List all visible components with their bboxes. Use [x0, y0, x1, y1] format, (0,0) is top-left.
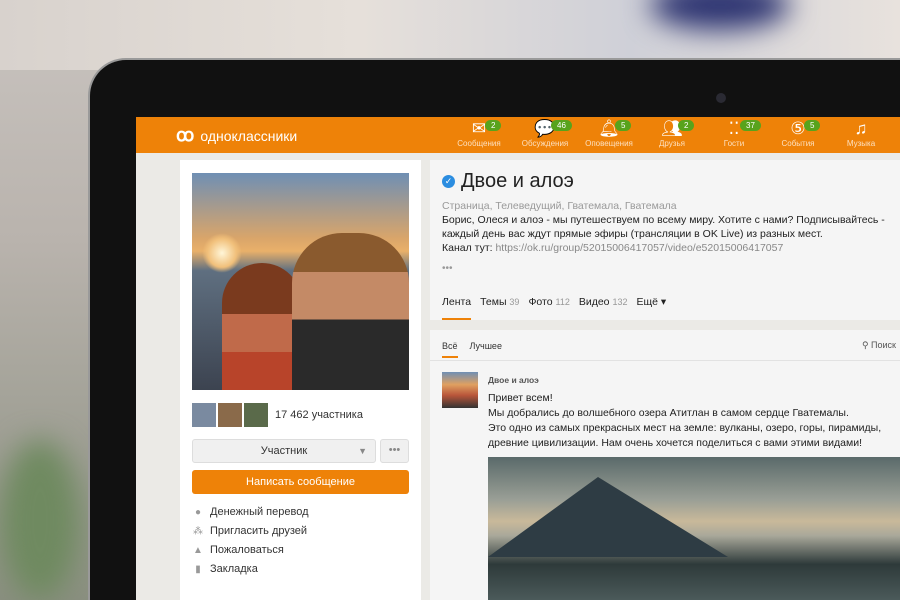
logo-text: одноклассники [200, 127, 298, 144]
action-label: Закладка [210, 563, 258, 575]
post-image[interactable] [488, 457, 900, 600]
author-avatar[interactable] [442, 372, 478, 408]
nav-events[interactable]: ⑤ 5 События [770, 117, 826, 148]
chevron-down-icon: ▼ [358, 446, 367, 456]
channel-label: Канал тут: [442, 242, 493, 254]
filter-all[interactable]: Всё [442, 341, 458, 358]
post-text: Привет всем! Мы добрались до волшебного … [488, 391, 893, 451]
ok-logo[interactable]: ꝏ одноклассники [176, 125, 297, 146]
badge: 2 [485, 120, 502, 131]
tab-feed[interactable]: Лента [442, 296, 472, 320]
events-icon: ⑤ [790, 119, 806, 138]
channel-link[interactable]: https://ok.ru/group/52015006417057/video… [495, 242, 783, 254]
feed: Всё Лучшее ⚲ Поиск Двое и алоэ Привет все… [430, 330, 900, 600]
badge: 5 [804, 120, 821, 131]
post-line: древние цивилизации. Нам очень хочется п… [488, 437, 862, 449]
badge: 2 [678, 120, 695, 131]
tab-count: 132 [612, 297, 628, 307]
tab-photos[interactable]: Фото 112 [528, 296, 569, 320]
nav-discussions[interactable]: 💬 46 Обсуждения [517, 117, 573, 148]
tab-more[interactable]: Ещё ▾ [636, 296, 666, 320]
nav-label: События [781, 139, 815, 148]
more-button[interactable]: ••• [380, 439, 409, 463]
nav-label: Сообщения [457, 139, 501, 148]
member-status-select[interactable]: Участник ▼ [192, 439, 376, 463]
member-avatars[interactable] [192, 403, 268, 427]
action-report[interactable]: ▲ Пожаловаться [192, 544, 284, 556]
screen: ꝏ одноклассники ✉ 2 Сообщения 💬 46 Обсуждения… [136, 117, 900, 600]
badge: 5 [615, 120, 632, 131]
top-bar: ꝏ одноклассники ✉ 2 Сообщения 💬 46 Обсуждения… [136, 117, 900, 153]
warning-icon: ▲ [193, 544, 203, 556]
members-count[interactable]: 17 462 участника [275, 409, 363, 421]
nav-guests[interactable]: ⁚⁚ 37 Гости [706, 117, 762, 148]
divider [430, 360, 900, 361]
group-categories: Страница, Телеведущий, Гватемала, Гватем… [442, 200, 677, 212]
nav-messages[interactable]: ✉ 2 Сообщения [451, 117, 507, 148]
nav-friends[interactable]: 👥︎ 2 Друзья [644, 117, 700, 148]
tab-label: Лента [442, 296, 472, 308]
verified-icon: ✓ [442, 175, 455, 188]
music-icon: ♫ [854, 119, 868, 138]
tab-label: Фото [528, 296, 553, 308]
ok-logo-icon: ꝏ [176, 125, 195, 145]
feed-filters: Всё Лучшее [442, 341, 502, 358]
group-tabs: Лента Темы 39 Фото 112 Видео 132 Ещё ▾ [442, 296, 666, 320]
tab-videos[interactable]: Видео 132 [579, 296, 628, 320]
member-status-label: Участник [260, 445, 308, 457]
badge: 37 [740, 120, 761, 131]
group-info: ✓ Двое и алоэ Страница, Телеведущий, Гват… [430, 160, 900, 320]
nav-label: Друзья [659, 139, 685, 148]
tab-label: Темы [480, 296, 507, 308]
action-money-transfer[interactable]: ● Денежный перевод [192, 506, 309, 518]
action-label: Пригласить друзей [210, 525, 308, 537]
tab-label: Ещё ▾ [636, 296, 667, 308]
footprints-icon: ⁚⁚ [728, 119, 740, 138]
group-sidebar: 17 462 участника Участник ▼ ••• Написать … [180, 160, 421, 600]
tab-count: 39 [509, 297, 520, 307]
filter-best[interactable]: Лучшее [470, 341, 502, 358]
nav-label: Оповещения [585, 139, 633, 148]
write-message-button[interactable]: Написать сообщение [192, 470, 409, 494]
description-text: Борис, Олеся и алоэ - мы путешествуем по… [442, 214, 885, 240]
badge: 46 [551, 120, 572, 131]
search-label: Поиск [871, 340, 896, 350]
tab-label: Видео [578, 296, 610, 308]
webcam [716, 93, 726, 103]
search-icon: ⚲ [861, 340, 869, 350]
invite-icon: ⁂ [193, 525, 203, 537]
background-blur [0, 440, 80, 600]
action-bookmark[interactable]: ▮ Закладка [192, 563, 258, 575]
tab-topics[interactable]: Темы 39 [480, 296, 519, 320]
post-line: Привет всем! [488, 392, 553, 404]
group-title: Двое и алоэ [461, 170, 574, 192]
action-invite-friends[interactable]: ⁂ Пригласить друзей [192, 525, 307, 537]
nav-label: Обсуждения [521, 139, 569, 148]
group-description: Борис, Олеся и алоэ - мы путешествуем по… [442, 213, 892, 255]
expand-description[interactable]: ••• [442, 263, 453, 274]
envelope-icon: ✉ [471, 119, 487, 138]
action-label: Пожаловаться [210, 544, 284, 556]
nav-label: Гости [723, 139, 745, 148]
nav-music[interactable]: ♫ Музыка [833, 117, 889, 148]
post-author[interactable]: Двое и алоэ [488, 375, 539, 385]
page-title: ✓ Двое и алоэ [442, 170, 574, 193]
post-line: Мы добрались до волшебного озера Атитлан… [488, 407, 849, 419]
post-line: Это одно из самых прекрасных мест на зем… [488, 422, 882, 434]
bookmark-icon: ▮ [195, 563, 201, 575]
group-cover-photo[interactable] [192, 173, 409, 390]
tab-count: 112 [555, 297, 570, 307]
money-icon: ● [194, 506, 202, 518]
nav-notifications[interactable]: 🔔︎ 5 Оповещения [581, 117, 637, 148]
action-label: Денежный перевод [210, 506, 309, 518]
feed-search[interactable]: ⚲ Поиск [862, 340, 896, 351]
nav-label: Музыка [846, 139, 876, 148]
